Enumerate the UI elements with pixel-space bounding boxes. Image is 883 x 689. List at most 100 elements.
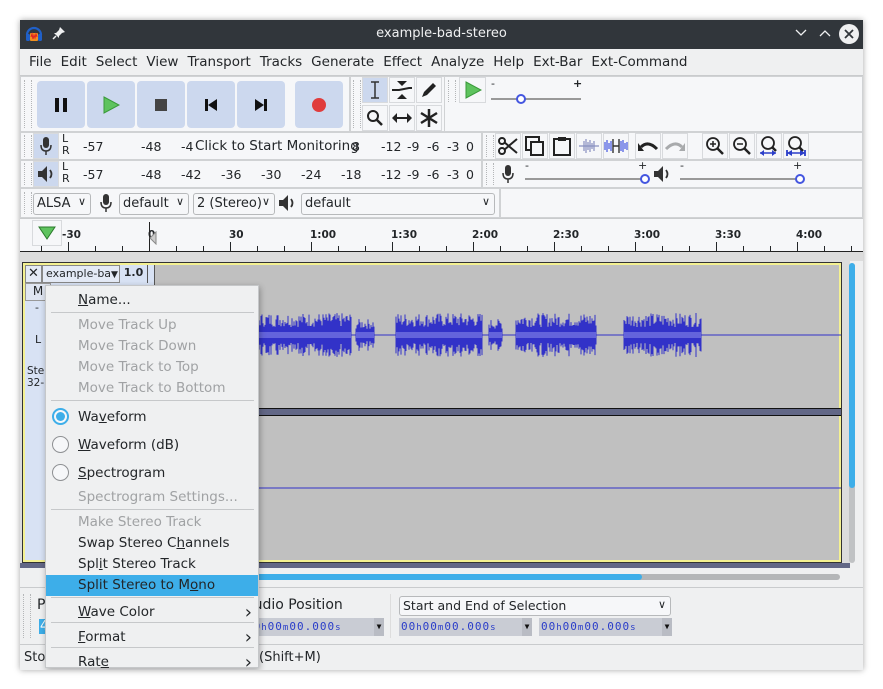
menu-item-split-stereo-to-mono[interactable]: Split Stereo to Mono — [46, 575, 258, 596]
menu-transport[interactable]: Transport — [183, 49, 254, 75]
menu-tracks[interactable]: Tracks — [256, 49, 306, 75]
radio-checked-icon[interactable] — [52, 408, 69, 425]
silence-audio-button[interactable] — [603, 133, 629, 159]
zoom-in-button[interactable] — [702, 133, 728, 159]
menu-help[interactable]: Help — [489, 49, 528, 75]
toolbar-grip[interactable] — [24, 80, 32, 128]
zoom-tool-button[interactable] — [362, 105, 388, 131]
selection-mode-select[interactable]: Start and End of Selection ∨ — [399, 596, 671, 616]
selection-tool-button[interactable] — [362, 77, 388, 103]
menu-item-label: Wave Color — [78, 604, 155, 620]
format-dropdown-icon[interactable]: ▼ — [374, 618, 384, 636]
play-button[interactable] — [87, 81, 135, 128]
toolbar-grip[interactable] — [353, 80, 361, 128]
format-dropdown-icon[interactable]: ▼ — [522, 618, 532, 636]
audio-position-field[interactable]: 00h00m00.000s ▼ — [244, 618, 384, 636]
ruler-tick-label: 3:00 — [634, 229, 661, 241]
fit-project-button[interactable] — [783, 133, 809, 159]
scrollbar-thumb[interactable] — [849, 263, 855, 488]
playback-meter-button[interactable] — [33, 161, 59, 187]
scrollbar-thumb[interactable] — [250, 574, 642, 580]
selection-start-field[interactable]: 00h00m00.000s ▼ — [399, 618, 532, 636]
maximize-button[interactable] — [815, 24, 835, 44]
vertical-scrollbar[interactable] — [849, 263, 855, 563]
toolbar-grip[interactable] — [486, 163, 494, 185]
zoom-out-button[interactable] — [729, 133, 755, 159]
toolbar-grip[interactable] — [24, 135, 32, 157]
menu-effect[interactable]: Effect — [379, 49, 426, 75]
track-close-button[interactable]: ✕ — [25, 265, 42, 283]
recording-volume-slider[interactable] — [525, 173, 650, 185]
redo-button[interactable] — [662, 133, 688, 159]
format-dropdown-icon[interactable]: ▼ — [662, 618, 672, 636]
menu-view[interactable]: View — [142, 49, 182, 75]
slider-thumb[interactable] — [795, 174, 805, 184]
toolbar-grip[interactable] — [23, 594, 31, 638]
recording-device-select[interactable]: default ∨ — [119, 193, 189, 215]
menu-analyze[interactable]: Analyze — [427, 49, 488, 75]
record-button[interactable] — [295, 81, 343, 128]
multi-tool-button[interactable] — [416, 105, 442, 131]
audio-host-select[interactable]: ALSA ∨ — [33, 193, 91, 215]
menu-select[interactable]: Select — [92, 49, 142, 75]
ruler-tick-label: 2:30 — [553, 229, 580, 241]
meter-tick-label: -3 — [447, 167, 460, 182]
menu-item-split-stereo-track[interactable]: Split Stereo Track — [46, 554, 258, 575]
playback-volume-slider[interactable] — [680, 173, 805, 185]
ruler-tick-label: 1:00 — [310, 229, 337, 241]
close-button[interactable] — [839, 24, 859, 44]
menu-item-spectrogram[interactable]: Spectrogram — [46, 459, 258, 487]
recording-channels-select[interactable]: 2 (Stereo) ∨ — [193, 193, 275, 215]
radio-unchecked-icon[interactable] — [52, 464, 69, 481]
recording-meter-scale[interactable]: -57 -48 -4 Click to Start Monitoring 8 -… — [73, 133, 477, 159]
menu-edit[interactable]: Edit — [57, 49, 91, 75]
record-meter-button[interactable] — [33, 133, 59, 159]
slider-thumb[interactable] — [640, 174, 650, 184]
stop-button[interactable] — [137, 81, 185, 128]
meter-tick-label: -24 — [301, 167, 322, 182]
minimize-button[interactable] — [791, 24, 811, 44]
toolbar-grip[interactable] — [24, 192, 32, 214]
start-monitoring-label[interactable]: Click to Start Monitoring — [193, 138, 361, 154]
selection-end-field[interactable]: 00h00m00.000s ▼ — [539, 618, 672, 636]
cut-button[interactable] — [495, 133, 521, 159]
skip-to-start-button[interactable] — [187, 81, 235, 128]
toolbar-grip[interactable] — [486, 135, 494, 157]
scissors-icon — [498, 137, 518, 155]
playback-device-select[interactable]: default ∨ — [301, 193, 495, 215]
toolbar-grip[interactable] — [448, 80, 456, 102]
trim-audio-button[interactable] — [576, 133, 602, 159]
menu-item-waveform[interactable]: Waveform — [46, 403, 258, 431]
radio-unchecked-icon[interactable] — [52, 436, 69, 453]
menu-generate[interactable]: Generate — [307, 49, 378, 75]
fit-project-icon — [786, 136, 806, 156]
menu-ext-command[interactable]: Ext-Command — [587, 49, 691, 75]
pause-button[interactable] — [37, 81, 85, 128]
menu-item-waveform-db[interactable]: Waveform (dB) — [46, 431, 258, 459]
playback-speed-slider[interactable] — [491, 93, 581, 105]
play-at-speed-button[interactable] — [459, 77, 486, 103]
audio-host-value: ALSA — [37, 196, 71, 211]
horizontal-scrollbar[interactable] — [250, 574, 840, 580]
fit-selection-button[interactable] — [756, 133, 782, 159]
time-shift-tool-button[interactable] — [389, 105, 415, 131]
slider-thumb[interactable] — [515, 94, 526, 104]
track-name-menu-button[interactable]: example-ba▼ — [42, 265, 120, 283]
playback-meter-scale[interactable]: -57 -48 -42 -36 -30 -24 -18 -12 -9 -6 -3 0 — [73, 161, 477, 187]
paste-button[interactable] — [549, 133, 575, 159]
draw-tool-button[interactable] — [416, 77, 442, 103]
envelope-tool-button[interactable] — [389, 77, 415, 103]
menu-item-rate[interactable]: Rate › — [46, 650, 258, 670]
timeline-ruler[interactable]: -30 0 30 1:00 1:30 2:00 2:30 3:00 3:30 4:00 — [20, 218, 863, 261]
clipboard-icon — [553, 137, 571, 156]
menu-item-name[interactable]: Name... — [46, 290, 258, 311]
undo-button[interactable] — [635, 133, 661, 159]
toolbar-grip[interactable] — [24, 163, 32, 185]
menu-file[interactable]: File — [25, 49, 56, 75]
play-region-marker-icon[interactable] — [149, 231, 157, 245]
skip-to-end-button[interactable] — [237, 81, 285, 128]
copy-button[interactable] — [522, 133, 548, 159]
menu-ext-bar[interactable]: Ext-Bar — [529, 49, 586, 75]
slider-minus-label: - — [680, 159, 684, 172]
menu-item-swap-stereo-channels[interactable]: Swap Stereo Channels — [46, 533, 258, 554]
